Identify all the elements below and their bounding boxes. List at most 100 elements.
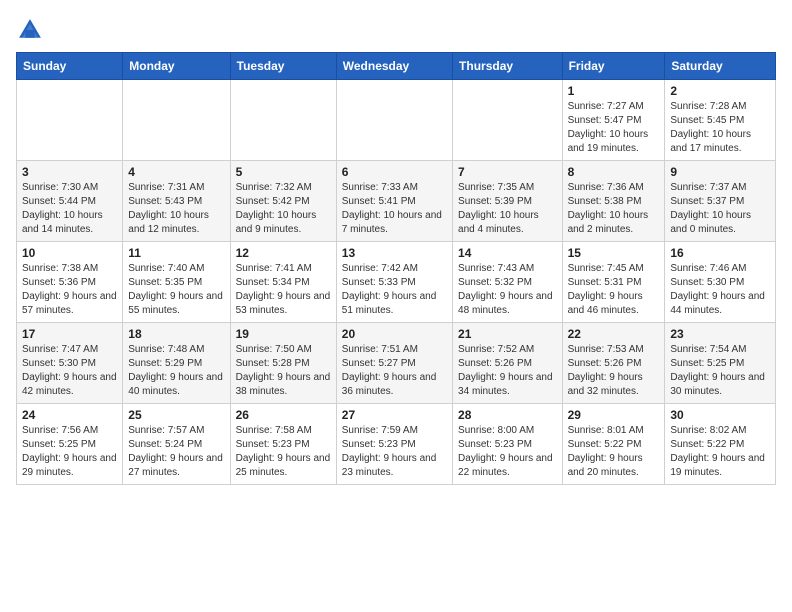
day-info: Sunrise: 7:27 AM Sunset: 5:47 PM Dayligh… bbox=[568, 100, 660, 156]
week-row-2: 3 Sunrise: 7:30 AM Sunset: 5:44 PM Daylig… bbox=[17, 161, 776, 242]
day-cell bbox=[123, 80, 230, 161]
day-cell bbox=[17, 80, 123, 161]
day-info: Sunrise: 7:41 AM Sunset: 5:34 PM Dayligh… bbox=[236, 262, 331, 318]
column-header-sunday: Sunday bbox=[17, 53, 123, 80]
day-number: 4 bbox=[128, 165, 224, 179]
day-info: Sunrise: 7:32 AM Sunset: 5:42 PM Dayligh… bbox=[236, 181, 331, 237]
day-cell: 5 Sunrise: 7:32 AM Sunset: 5:42 PM Daylig… bbox=[230, 161, 336, 242]
day-number: 19 bbox=[236, 327, 331, 341]
day-cell: 16 Sunrise: 7:46 AM Sunset: 5:30 PM Dayli… bbox=[665, 242, 776, 323]
day-info: Sunrise: 8:02 AM Sunset: 5:22 PM Dayligh… bbox=[670, 424, 770, 480]
day-number: 1 bbox=[568, 84, 660, 98]
day-info: Sunrise: 7:30 AM Sunset: 5:44 PM Dayligh… bbox=[22, 181, 117, 237]
day-info: Sunrise: 7:54 AM Sunset: 5:25 PM Dayligh… bbox=[670, 343, 770, 399]
day-number: 15 bbox=[568, 246, 660, 260]
day-info: Sunrise: 7:28 AM Sunset: 5:45 PM Dayligh… bbox=[670, 100, 770, 156]
day-info: Sunrise: 7:53 AM Sunset: 5:26 PM Dayligh… bbox=[568, 343, 660, 399]
day-number: 24 bbox=[22, 408, 117, 422]
day-number: 2 bbox=[670, 84, 770, 98]
day-cell: 10 Sunrise: 7:38 AM Sunset: 5:36 PM Dayli… bbox=[17, 242, 123, 323]
logo bbox=[16, 16, 48, 44]
day-number: 29 bbox=[568, 408, 660, 422]
day-info: Sunrise: 7:52 AM Sunset: 5:26 PM Dayligh… bbox=[458, 343, 557, 399]
column-header-thursday: Thursday bbox=[453, 53, 563, 80]
day-cell: 19 Sunrise: 7:50 AM Sunset: 5:28 PM Dayli… bbox=[230, 323, 336, 404]
day-cell bbox=[336, 80, 452, 161]
day-cell: 23 Sunrise: 7:54 AM Sunset: 5:25 PM Dayli… bbox=[665, 323, 776, 404]
day-number: 3 bbox=[22, 165, 117, 179]
day-cell: 1 Sunrise: 7:27 AM Sunset: 5:47 PM Daylig… bbox=[562, 80, 665, 161]
logo-icon bbox=[16, 16, 44, 44]
day-info: Sunrise: 7:59 AM Sunset: 5:23 PM Dayligh… bbox=[342, 424, 447, 480]
day-cell: 28 Sunrise: 8:00 AM Sunset: 5:23 PM Dayli… bbox=[453, 404, 563, 485]
day-number: 11 bbox=[128, 246, 224, 260]
day-info: Sunrise: 7:47 AM Sunset: 5:30 PM Dayligh… bbox=[22, 343, 117, 399]
column-header-wednesday: Wednesday bbox=[336, 53, 452, 80]
day-number: 23 bbox=[670, 327, 770, 341]
day-info: Sunrise: 7:50 AM Sunset: 5:28 PM Dayligh… bbox=[236, 343, 331, 399]
day-cell: 25 Sunrise: 7:57 AM Sunset: 5:24 PM Dayli… bbox=[123, 404, 230, 485]
day-info: Sunrise: 7:57 AM Sunset: 5:24 PM Dayligh… bbox=[128, 424, 224, 480]
day-info: Sunrise: 7:46 AM Sunset: 5:30 PM Dayligh… bbox=[670, 262, 770, 318]
day-cell: 20 Sunrise: 7:51 AM Sunset: 5:27 PM Dayli… bbox=[336, 323, 452, 404]
day-info: Sunrise: 7:38 AM Sunset: 5:36 PM Dayligh… bbox=[22, 262, 117, 318]
calendar-table: SundayMondayTuesdayWednesdayThursdayFrid… bbox=[16, 52, 776, 485]
column-header-tuesday: Tuesday bbox=[230, 53, 336, 80]
day-cell: 26 Sunrise: 7:58 AM Sunset: 5:23 PM Dayli… bbox=[230, 404, 336, 485]
day-info: Sunrise: 7:42 AM Sunset: 5:33 PM Dayligh… bbox=[342, 262, 447, 318]
day-info: Sunrise: 8:00 AM Sunset: 5:23 PM Dayligh… bbox=[458, 424, 557, 480]
day-cell: 4Sunrise: 7:31 AM Sunset: 5:43 PM Daylig… bbox=[123, 161, 230, 242]
column-header-saturday: Saturday bbox=[665, 53, 776, 80]
day-info: Sunrise: 7:56 AM Sunset: 5:25 PM Dayligh… bbox=[22, 424, 117, 480]
day-number: 21 bbox=[458, 327, 557, 341]
day-cell: 6 Sunrise: 7:33 AM Sunset: 5:41 PM Daylig… bbox=[336, 161, 452, 242]
day-number: 10 bbox=[22, 246, 117, 260]
day-number: 7 bbox=[458, 165, 557, 179]
day-number: 30 bbox=[670, 408, 770, 422]
day-number: 5 bbox=[236, 165, 331, 179]
day-info: Sunrise: 7:51 AM Sunset: 5:27 PM Dayligh… bbox=[342, 343, 447, 399]
day-number: 12 bbox=[236, 246, 331, 260]
day-cell: 24 Sunrise: 7:56 AM Sunset: 5:25 PM Dayli… bbox=[17, 404, 123, 485]
day-number: 17 bbox=[22, 327, 117, 341]
day-cell: 12 Sunrise: 7:41 AM Sunset: 5:34 PM Dayli… bbox=[230, 242, 336, 323]
week-row-4: 17 Sunrise: 7:47 AM Sunset: 5:30 PM Dayli… bbox=[17, 323, 776, 404]
day-number: 28 bbox=[458, 408, 557, 422]
day-cell: 13 Sunrise: 7:42 AM Sunset: 5:33 PM Dayli… bbox=[336, 242, 452, 323]
day-number: 6 bbox=[342, 165, 447, 179]
day-cell: 9 Sunrise: 7:37 AM Sunset: 5:37 PM Daylig… bbox=[665, 161, 776, 242]
column-header-monday: Monday bbox=[123, 53, 230, 80]
calendar-header-row: SundayMondayTuesdayWednesdayThursdayFrid… bbox=[17, 53, 776, 80]
day-info: Sunrise: 7:36 AM Sunset: 5:38 PM Dayligh… bbox=[568, 181, 660, 237]
day-number: 26 bbox=[236, 408, 331, 422]
day-info: Sunrise: 7:58 AM Sunset: 5:23 PM Dayligh… bbox=[236, 424, 331, 480]
day-cell: 7Sunrise: 7:35 AM Sunset: 5:39 PM Daylig… bbox=[453, 161, 563, 242]
day-info: Sunrise: 7:45 AM Sunset: 5:31 PM Dayligh… bbox=[568, 262, 660, 318]
day-number: 16 bbox=[670, 246, 770, 260]
day-cell bbox=[453, 80, 563, 161]
day-info: Sunrise: 7:37 AM Sunset: 5:37 PM Dayligh… bbox=[670, 181, 770, 237]
day-cell: 17 Sunrise: 7:47 AM Sunset: 5:30 PM Dayli… bbox=[17, 323, 123, 404]
day-cell: 30 Sunrise: 8:02 AM Sunset: 5:22 PM Dayli… bbox=[665, 404, 776, 485]
day-info: Sunrise: 8:01 AM Sunset: 5:22 PM Dayligh… bbox=[568, 424, 660, 480]
day-cell: 22 Sunrise: 7:53 AM Sunset: 5:26 PM Dayli… bbox=[562, 323, 665, 404]
day-number: 25 bbox=[128, 408, 224, 422]
day-number: 14 bbox=[458, 246, 557, 260]
day-cell: 14Sunrise: 7:43 AM Sunset: 5:32 PM Dayli… bbox=[453, 242, 563, 323]
day-info: Sunrise: 7:48 AM Sunset: 5:29 PM Dayligh… bbox=[128, 343, 224, 399]
day-info: Sunrise: 7:40 AM Sunset: 5:35 PM Dayligh… bbox=[128, 262, 224, 318]
day-cell: 18 Sunrise: 7:48 AM Sunset: 5:29 PM Dayli… bbox=[123, 323, 230, 404]
day-number: 9 bbox=[670, 165, 770, 179]
day-number: 20 bbox=[342, 327, 447, 341]
day-number: 22 bbox=[568, 327, 660, 341]
day-cell bbox=[230, 80, 336, 161]
week-row-1: 1 Sunrise: 7:27 AM Sunset: 5:47 PM Daylig… bbox=[17, 80, 776, 161]
day-cell: 2 Sunrise: 7:28 AM Sunset: 5:45 PM Daylig… bbox=[665, 80, 776, 161]
day-cell: 3 Sunrise: 7:30 AM Sunset: 5:44 PM Daylig… bbox=[17, 161, 123, 242]
day-cell: 11 Sunrise: 7:40 AM Sunset: 5:35 PM Dayli… bbox=[123, 242, 230, 323]
day-cell: 27Sunrise: 7:59 AM Sunset: 5:23 PM Dayli… bbox=[336, 404, 452, 485]
day-info: Sunrise: 7:33 AM Sunset: 5:41 PM Dayligh… bbox=[342, 181, 447, 237]
day-number: 18 bbox=[128, 327, 224, 341]
day-number: 13 bbox=[342, 246, 447, 260]
day-number: 8 bbox=[568, 165, 660, 179]
